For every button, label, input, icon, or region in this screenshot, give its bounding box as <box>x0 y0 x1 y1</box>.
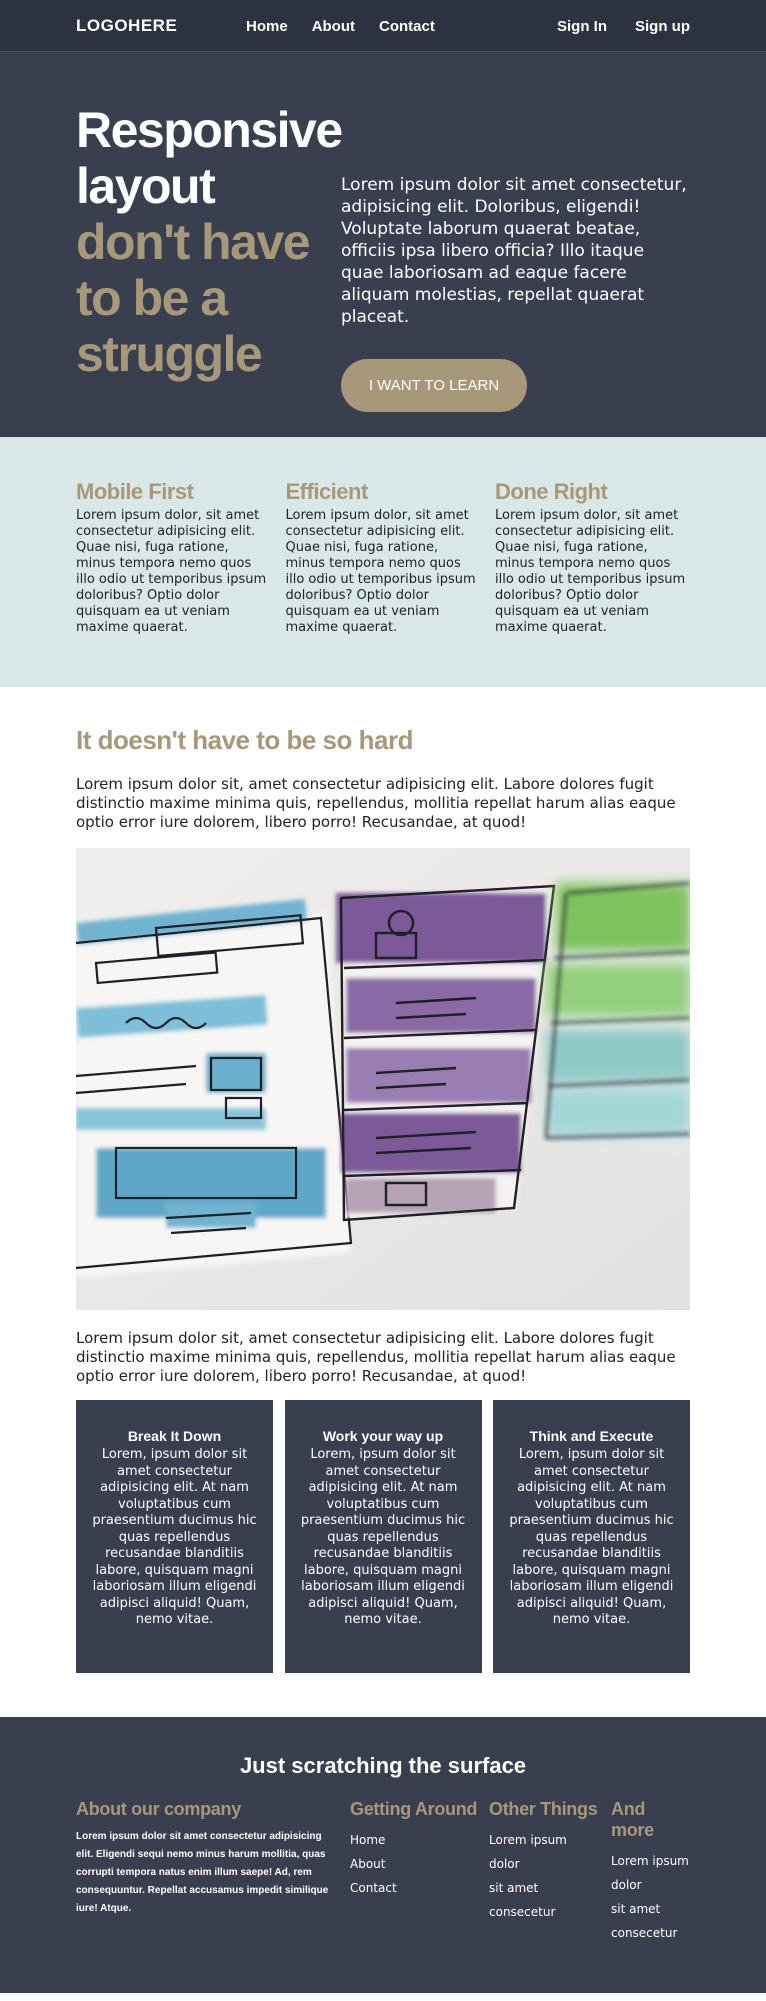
footer-item-list: Lorem ipsum dolor sit amet consecetur <box>611 1849 690 1945</box>
auth-nav: Sign In Sign up <box>557 18 690 35</box>
hero-title-accent-line: struggle <box>76 326 263 382</box>
footer-about-link[interactable]: About <box>350 1857 385 1871</box>
feature-text: Lorem ipsum dolor, sit amet consectetur … <box>495 508 686 635</box>
card-think-and-execute: Think and Execute Lorem, ipsum dolor sit… <box>493 1400 690 1673</box>
learn-more-button[interactable]: I WANT TO LEARN <box>341 359 527 412</box>
card-title: Break It Down <box>127 1428 222 1444</box>
card-text: Lorem, ipsum dolor sit amet consectetur … <box>92 1447 257 1627</box>
hero-title: Responsive layout don't have to be a str… <box>76 102 343 382</box>
footer-about-column: About our company Lorem ipsum dolor sit … <box>76 1799 350 1945</box>
feature-title: Done Right <box>495 479 608 504</box>
card-break-it-down: Break It Down Lorem, ipsum dolor sit ame… <box>76 1400 273 1673</box>
sign-in-link[interactable]: Sign In <box>557 18 607 35</box>
list-item: dolor <box>611 1878 642 1892</box>
nav-about-link[interactable]: About <box>312 18 355 35</box>
hero-title-accent-line: to be a <box>76 270 228 326</box>
list-item: Lorem ipsum <box>611 1854 689 1868</box>
footer-column-title: Other Things <box>489 1799 598 1819</box>
hero-description: Lorem ipsum dolor sit amet consectetur, … <box>341 175 687 327</box>
footer-column-title: Getting Around <box>350 1799 478 1819</box>
info-cards: Break It Down Lorem, ipsum dolor sit ame… <box>76 1400 690 1673</box>
footer-column-title: And more <box>611 1799 654 1840</box>
feature-text: Lorem ipsum dolor, sit amet consectetur … <box>285 508 476 635</box>
card-text: Lorem, ipsum dolor sit amet consectetur … <box>300 1447 466 1627</box>
footer-home-link[interactable]: Home <box>350 1833 385 1847</box>
footer-contact-link[interactable]: Contact <box>350 1881 397 1895</box>
wireframe-sketch-image <box>76 848 690 1310</box>
intro-paragraph: Lorem ipsum dolor sit, amet consectetur … <box>76 775 676 831</box>
list-item: sit amet <box>611 1902 661 1916</box>
nav-contact-link[interactable]: Contact <box>379 18 435 35</box>
features-section: Mobile First Lorem ipsum dolor, sit amet… <box>0 437 766 687</box>
list-item: dolor <box>489 1857 520 1871</box>
list-item: Contact <box>350 1876 489 1900</box>
card-text: Lorem, ipsum dolor sit amet consectetur … <box>509 1447 674 1627</box>
footer-columns: About our company Lorem ipsum dolor sit … <box>76 1799 690 1945</box>
feature-mobile-first: Mobile First Lorem ipsum dolor, sit amet… <box>76 479 271 636</box>
article-section: It doesn't have to be so hard Lorem ipsu… <box>0 687 766 1673</box>
card-title: Think and Execute <box>529 1428 654 1444</box>
wireframe-sketch-illustration <box>76 848 690 1310</box>
hero-section: Responsive layout don't have to be a str… <box>0 52 766 437</box>
logo[interactable]: LOGOHERE <box>76 16 246 36</box>
hero-title-line: layout <box>76 158 216 214</box>
footer-link-list: Home About Contact <box>350 1828 489 1900</box>
nav-home-link[interactable]: Home <box>246 18 288 35</box>
list-item: consecetur <box>489 1905 556 1919</box>
footer-title: Just scratching the surface <box>239 1753 527 1778</box>
footer-item-list: Lorem ipsum dolor sit amet consecetur <box>489 1828 611 1924</box>
top-navbar: LOGOHERE Home About Contact Sign In Sign… <box>0 0 766 52</box>
card-work-your-way-up: Work your way up Lorem, ipsum dolor sit … <box>284 1400 482 1673</box>
list-item: About <box>350 1852 489 1876</box>
feature-text: Lorem ipsum dolor, sit amet consectetur … <box>76 508 267 635</box>
list-item: Home <box>350 1828 489 1852</box>
footer-getting-around-column: Getting Around Home About Contact <box>350 1799 489 1945</box>
footer-other-things-column: Other Things Lorem ipsum dolor sit amet … <box>489 1799 611 1945</box>
list-item: sit amet <box>489 1881 539 1895</box>
feature-title: Mobile First <box>76 479 194 504</box>
card-title: Work your way up <box>322 1428 444 1444</box>
site-footer: Just scratching the surface About our co… <box>0 1717 766 1993</box>
list-item: Lorem ipsum <box>489 1833 567 1847</box>
footer-about-text: Lorem ipsum dolor sit amet consectetur a… <box>76 1831 329 1914</box>
sign-up-link[interactable]: Sign up <box>635 18 690 35</box>
hero-title-line: Responsive <box>76 102 343 158</box>
main-nav: Home About Contact <box>246 18 557 35</box>
list-item: consecetur <box>611 1926 678 1940</box>
hero-title-accent-line: don't have <box>76 214 311 270</box>
hero-heading-block: Responsive layout don't have to be a str… <box>76 102 343 412</box>
feature-done-right: Done Right Lorem ipsum dolor, sit amet c… <box>495 479 690 636</box>
feature-title: Efficient <box>285 479 369 504</box>
hero-content: Lorem ipsum dolor sit amet consectetur, … <box>341 102 690 412</box>
feature-efficient: Efficient Lorem ipsum dolor, sit amet co… <box>286 479 481 636</box>
section-title: It doesn't have to be so hard <box>76 725 413 755</box>
footer-and-more-column: And more Lorem ipsum dolor sit amet cons… <box>611 1799 690 1945</box>
closing-paragraph: Lorem ipsum dolor sit, amet consectetur … <box>76 1329 676 1385</box>
footer-column-title: About our company <box>76 1799 241 1819</box>
